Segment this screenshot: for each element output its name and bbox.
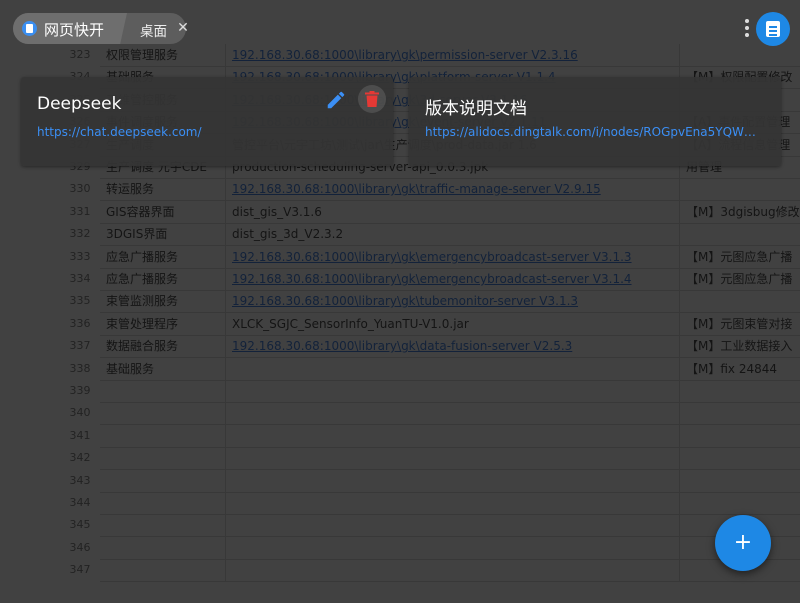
tab-group: 网页快开 桌面 ✕ xyxy=(13,13,189,44)
close-icon[interactable]: ✕ xyxy=(176,21,190,35)
delete-button[interactable] xyxy=(358,85,386,113)
document-icon[interactable] xyxy=(756,12,790,46)
add-button[interactable]: + xyxy=(715,515,771,571)
card-title: Deepseek xyxy=(37,94,122,114)
bookmark-card-deepseek[interactable]: Deepseek https://chat.deepseek.com/ xyxy=(21,77,393,166)
trash-icon xyxy=(365,91,379,107)
top-bar: 网页快开 桌面 ✕ xyxy=(0,0,800,58)
card-url[interactable]: https://chat.deepseek.com/ xyxy=(37,125,202,139)
app-tab[interactable]: 网页快开 xyxy=(13,13,127,44)
more-vert-icon[interactable] xyxy=(742,17,752,41)
app-title: 网页快开 xyxy=(44,21,105,39)
card-title: 版本说明文档 xyxy=(425,99,527,119)
app-icon xyxy=(22,21,37,36)
card-url[interactable]: https://alidocs.dingtalk.com/i/nodes/ROG… xyxy=(425,125,765,139)
tab-desktop[interactable]: 桌面 xyxy=(140,20,167,40)
bookmark-card-version-doc[interactable]: 版本说明文档 https://alidocs.dingtalk.com/i/no… xyxy=(409,77,781,166)
edit-icon[interactable] xyxy=(325,89,347,111)
